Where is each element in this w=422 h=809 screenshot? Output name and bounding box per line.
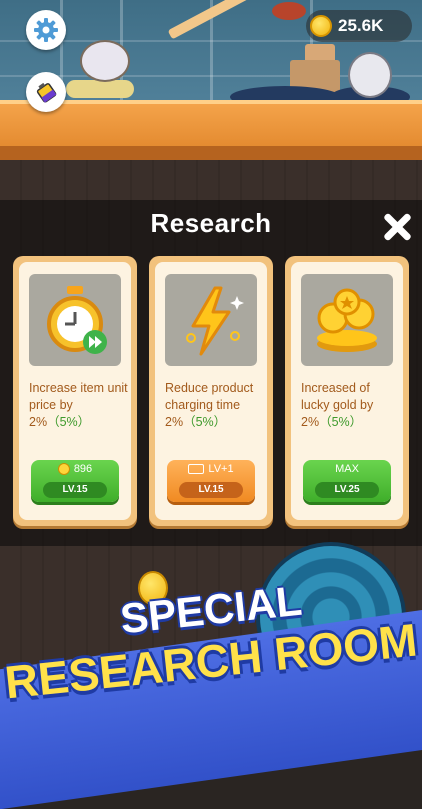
level-label: LV.25 (315, 482, 379, 498)
bonus-percent: （5%） (47, 415, 91, 429)
max-label: MAX (335, 463, 359, 475)
panel-title: Research (150, 208, 272, 238)
card-description: Increased of lucky gold by 2%（5%） (301, 380, 401, 431)
battery-icon (36, 82, 57, 103)
upgrade-action: LV+1 (208, 463, 234, 475)
level-label: LV.15 (43, 482, 107, 498)
wood-shelf (0, 100, 422, 152)
coin-amount: 25.6K (338, 16, 384, 35)
video-ad-icon (188, 464, 205, 474)
coin-icon (57, 463, 70, 475)
gear-icon (34, 18, 58, 42)
bonus-percent: （5%） (183, 415, 227, 429)
settings-button[interactable] (26, 10, 66, 50)
research-card-lucky-gold: Increased of lucky gold by 2%（5%） MAX LV… (285, 256, 409, 526)
wood-shelf-edge (0, 146, 422, 160)
upgrade-button[interactable]: LV+1 LV.15 (167, 460, 255, 502)
upgrade-button[interactable]: 896 LV.15 (31, 460, 119, 502)
bonus-percent: （5%） (319, 415, 363, 429)
hamster[interactable] (80, 40, 130, 82)
coin-counter: 25.6K (306, 10, 412, 42)
close-button[interactable] (380, 210, 414, 244)
research-card-unit-price: Increase item unit price by 2%（5%） 896 L… (13, 256, 137, 526)
level-label: LV.15 (179, 482, 243, 498)
battery-button[interactable] (26, 72, 66, 112)
gold-coins-icon (301, 274, 393, 366)
hamster[interactable] (348, 52, 392, 98)
toy-cart (66, 80, 134, 98)
max-button[interactable]: MAX LV.25 (303, 460, 391, 502)
coin-icon (310, 15, 332, 37)
card-description: Increase item unit price by 2%（5%） (29, 380, 129, 431)
research-card-charging-time: Reduce product charging time 2%（5%） LV+1… (149, 256, 273, 526)
stopwatch-icon (29, 274, 121, 366)
card-description: Reduce product charging time 2%（5%） (165, 380, 265, 431)
lightning-icon (165, 274, 257, 366)
hamster[interactable] (272, 2, 306, 20)
upgrade-cost: 896 (73, 463, 93, 475)
